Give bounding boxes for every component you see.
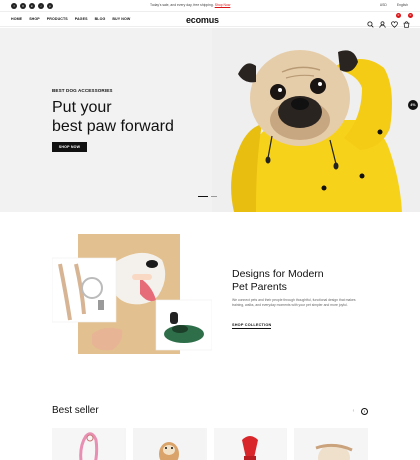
next-arrow-icon[interactable]: › (361, 408, 368, 415)
linkedin-icon[interactable]: in (29, 3, 35, 9)
pinterest-icon[interactable]: p (47, 3, 53, 9)
social-links: f X in ♪ p (11, 3, 53, 9)
hero-title-line-2: best paw forward (52, 118, 174, 135)
best-seller-heading: Best seller (52, 405, 99, 416)
site-logo[interactable]: ecomus (186, 15, 219, 25)
product-card-chew-toy[interactable] (213, 428, 288, 460)
tiktok-icon[interactable]: ♪ (38, 3, 44, 9)
designs-title-line-1: Designs for Modern (232, 268, 324, 280)
nav-item-home[interactable]: HOME (11, 17, 22, 21)
facebook-icon[interactable]: f (11, 3, 17, 9)
announcement-message: Today's sale, and every day, free shippi… (150, 3, 214, 7)
designs-description: We connect pets and their people through… (232, 298, 356, 307)
account-icon[interactable] (379, 15, 386, 28)
shop-collection-link[interactable]: SHOP COLLECTION (232, 323, 272, 329)
search-icon[interactable] (367, 15, 374, 28)
product-card-leash[interactable] (52, 428, 126, 460)
slider-pagination (198, 196, 217, 197)
cart-count-badge: 0 (408, 13, 413, 18)
locale-selectors: USD English (380, 3, 408, 7)
shop-now-link[interactable]: Shop Now (215, 3, 231, 7)
hero-subtitle: BEST DOG ACCESSORIES (52, 88, 113, 93)
x-icon[interactable]: X (20, 3, 26, 9)
nav-item-blog[interactable]: BLOG (95, 17, 106, 21)
product-card-dog-toy[interactable] (132, 428, 207, 460)
prev-arrow-icon[interactable]: ‹ (350, 408, 357, 415)
nav-item-buy-now[interactable]: BUY NOW (112, 17, 130, 21)
slide-dot-1[interactable] (198, 196, 208, 197)
nav-item-products[interactable]: PRODUCTS (47, 17, 68, 21)
nav-item-shop[interactable]: SHOP (29, 17, 40, 21)
currency-select[interactable]: USD (380, 3, 387, 7)
designs-title: Designs for Modern Pet Parents (232, 268, 324, 294)
pug-raincoat-image (212, 28, 420, 212)
designs-title-line-2: Pet Parents (232, 281, 287, 293)
main-nav: HOME SHOP PRODUCTS PAGES BLOG BUY NOW ec… (0, 12, 420, 28)
hero-title: Put your best paw forward (52, 98, 174, 136)
announcement-bar: f X in ♪ p Today's sale, and every day, … (0, 0, 420, 12)
announcement-text: Today's sale, and every day, free shippi… (150, 3, 230, 7)
design-collage-image (51, 234, 213, 354)
nav-menu: HOME SHOP PRODUCTS PAGES BLOG BUY NOW (11, 17, 130, 21)
language-select[interactable]: English (397, 3, 408, 7)
cart-icon[interactable]: 0 (403, 13, 413, 28)
hero-slider: BEST DOG ACCESSORIES Put your best paw f… (0, 28, 420, 212)
shop-now-button[interactable]: SHOP NOW (52, 142, 87, 152)
slide-dot-2[interactable] (211, 196, 217, 197)
product-carousel (52, 428, 368, 460)
carousel-arrows: ‹ › (350, 408, 368, 415)
wishlist-count-badge: 0 (396, 13, 401, 18)
nav-item-pages[interactable]: PAGES (75, 17, 88, 21)
hero-title-line-1: Put your (52, 99, 112, 116)
wishlist-icon[interactable]: 0 (391, 13, 401, 28)
header-icons: 0 0 (367, 13, 413, 28)
product-card-harness[interactable] (294, 428, 368, 460)
discount-badge: 4% (408, 100, 418, 110)
